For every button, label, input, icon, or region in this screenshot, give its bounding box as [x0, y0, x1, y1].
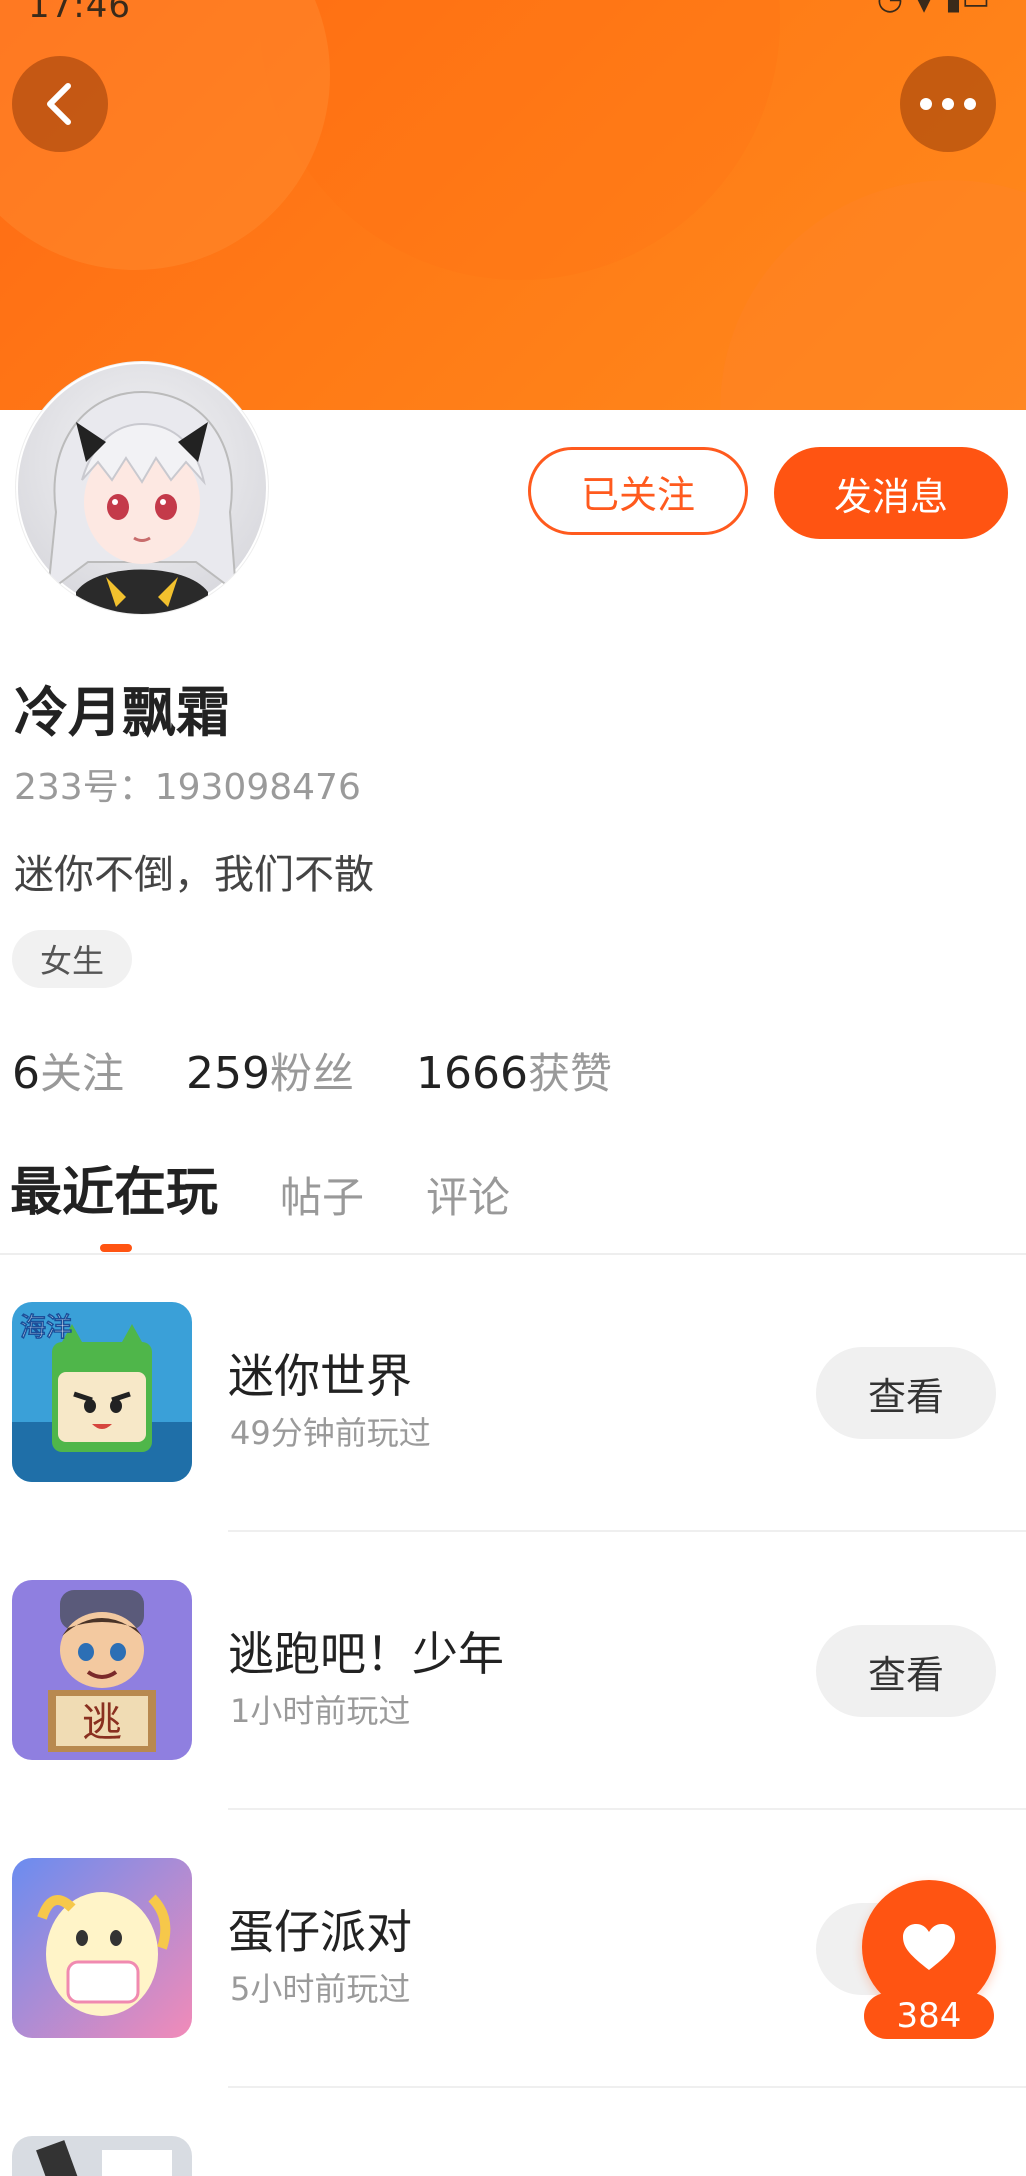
game-icon-mini-world: 海洋: [12, 1302, 192, 1482]
active-tab-indicator: [100, 1244, 132, 1252]
stat-fans[interactable]: 259 粉丝: [186, 1040, 354, 1101]
banner-decoration: [260, 0, 780, 280]
game-icon-badge: 海洋: [20, 1313, 72, 1343]
view-button[interactable]: 查看: [816, 1625, 996, 1717]
heart-icon: [903, 1924, 955, 1970]
stat-likes[interactable]: 1666 获赞: [416, 1040, 612, 1101]
user-id: 233号：193098476: [14, 767, 361, 808]
game-icon-escape: 逃: [12, 1580, 192, 1760]
played-time: 5小时前玩过: [230, 1970, 411, 2008]
tabs-divider: [0, 1253, 1026, 1255]
game-icon-eggy-party: [12, 1858, 192, 2038]
like-count: 384: [864, 1993, 994, 2039]
tab-comments[interactable]: 评论: [426, 1164, 510, 1225]
played-time: 1小时前玩过: [230, 1692, 411, 1730]
avatar[interactable]: [16, 362, 268, 614]
profile-tabs: 最近在玩 帖子 评论: [10, 1150, 572, 1225]
played-time: 49分钟前玩过: [230, 1414, 431, 1452]
user-name: 冷月飘霜: [14, 681, 230, 744]
stat-number: 6: [12, 1048, 40, 1099]
gender-tag: 女生: [12, 930, 132, 988]
game-icon-badge: 逃: [82, 1700, 122, 1746]
tab-recently-played[interactable]: 最近在玩: [10, 1150, 218, 1225]
game-name: 蛋仔派对: [228, 1905, 412, 1959]
list-item[interactable]: 蛋仔派对 5小时前玩过 查看: [0, 1846, 1026, 2124]
profile-stats: 6 关注 259 粉丝 1666 获赞: [12, 1040, 674, 1101]
chevron-left-icon: [47, 83, 71, 125]
status-icons: ◔ ▼ ▮▭: [877, 0, 990, 17]
game-name: 逃跑吧！少年: [228, 1627, 504, 1681]
stat-label: 关注: [40, 1049, 125, 1098]
row-divider: [228, 1530, 1026, 1532]
status-time: 17:46: [28, 0, 131, 26]
profile-banner: 17:46 ◔ ▼ ▮▭: [0, 0, 1026, 410]
user-bio: 迷你不倒，我们不散: [14, 852, 374, 898]
list-item[interactable]: 逃 逃跑吧！少年 1小时前玩过 查看: [0, 1568, 1026, 1846]
avatar-image: [18, 364, 266, 614]
stat-label: 粉丝: [270, 1049, 355, 1098]
back-button[interactable]: [12, 56, 108, 152]
game-name: 迷你世界: [228, 1349, 412, 1403]
stat-number: 259: [186, 1048, 270, 1099]
view-button[interactable]: 查看: [816, 1347, 996, 1439]
send-message-button[interactable]: 发消息: [774, 447, 1008, 539]
more-button[interactable]: [900, 56, 996, 152]
stat-label: 获赞: [528, 1049, 613, 1098]
list-item[interactable]: 海洋 迷你世界 49分钟前玩过 查看: [0, 1290, 1026, 1568]
banner-decoration: [720, 180, 1026, 410]
stat-following[interactable]: 6 关注: [12, 1040, 124, 1101]
followed-button[interactable]: 已关注: [528, 447, 748, 535]
row-divider: [228, 1808, 1026, 1810]
game-icon: [12, 2136, 192, 2176]
tab-posts[interactable]: 帖子: [280, 1164, 364, 1225]
more-dots-icon: [920, 98, 976, 110]
row-divider: [228, 2086, 1026, 2088]
stat-number: 1666: [416, 1048, 528, 1099]
